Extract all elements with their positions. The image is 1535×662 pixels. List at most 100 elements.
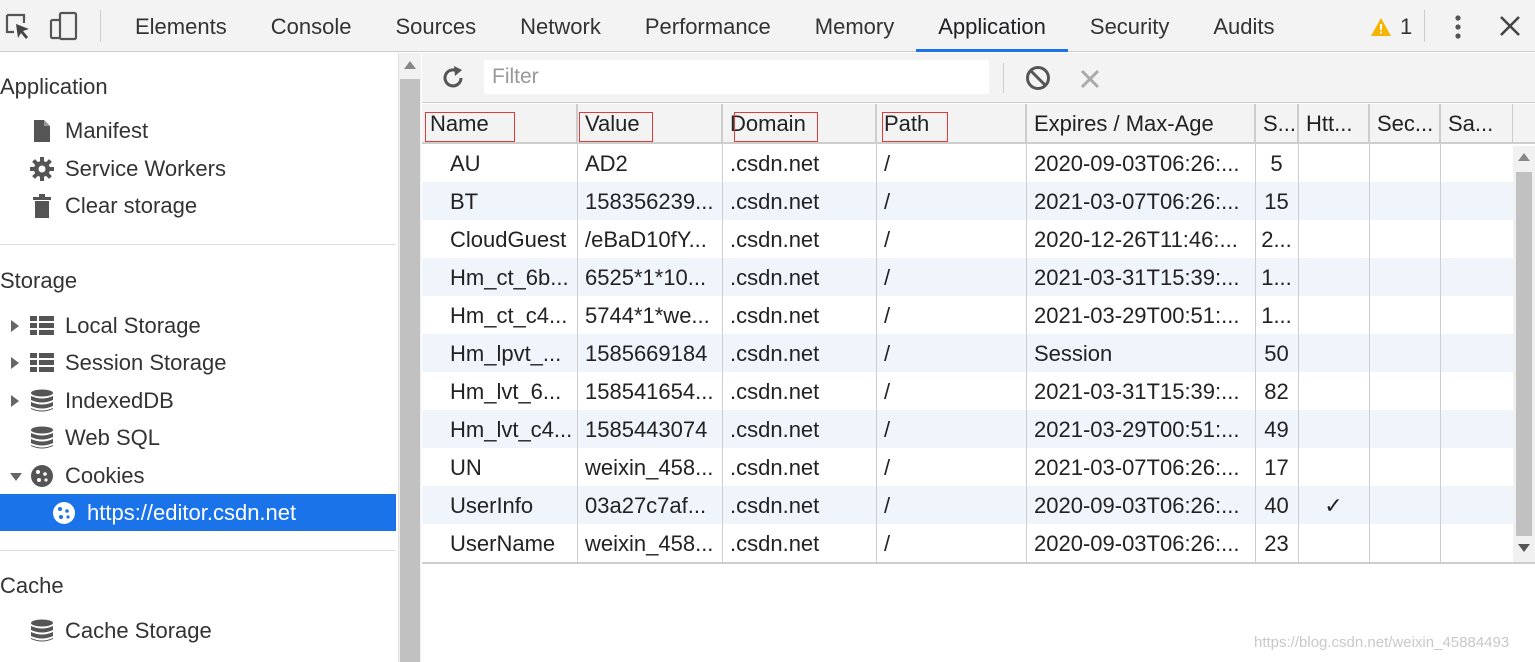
table-row[interactable]: UserInfo 03a27c7af... .csdn.net / 2020-09-03…: [422, 486, 1513, 524]
more-options-icon[interactable]: [1448, 12, 1468, 42]
table-cell: 15: [1264, 189, 1289, 214]
tab-memory[interactable]: Memory: [793, 0, 916, 52]
cookie-icon: [31, 465, 53, 487]
table-cell: .csdn.net: [730, 265, 820, 290]
expand-arrow-icon[interactable]: [10, 320, 20, 332]
tab-network[interactable]: Network: [498, 0, 623, 52]
refresh-icon[interactable]: [440, 65, 466, 91]
column-divider[interactable]: [876, 104, 877, 563]
column-divider[interactable]: [1369, 104, 1370, 563]
column-divider[interactable]: [722, 104, 723, 563]
table-row[interactable]: BT 158356239... .csdn.net / 2021-03-07T06:26…: [422, 182, 1513, 220]
column-header[interactable]: Htt...: [1298, 104, 1369, 142]
sidebar-item-indexeddb[interactable]: IndexedDB: [0, 383, 396, 419]
device-toolbar-icon[interactable]: [48, 10, 80, 42]
table-cell: [1369, 334, 1440, 372]
sidebar-item-service-workers[interactable]: Service Workers: [0, 151, 396, 187]
table-row[interactable]: UserName weixin_458... .csdn.net / 2020-09-0…: [422, 524, 1513, 562]
table-cell: 2021-03-29T00:51:...: [1034, 417, 1240, 442]
table-cell: .csdn.net: [730, 303, 820, 328]
table-cell: [1440, 448, 1513, 486]
table-cell: .csdn.net: [730, 455, 820, 480]
tab-performance[interactable]: Performance: [623, 0, 793, 52]
table-cell: [1298, 524, 1369, 562]
panel-tabs: Elements Console Sources Network Performance…: [113, 0, 1297, 52]
table-scrollbar-thumb[interactable]: [1516, 172, 1532, 536]
delete-selected-icon[interactable]: [1079, 68, 1101, 90]
table-cell: 158541654...: [585, 379, 714, 404]
column-header[interactable]: Sec...: [1369, 104, 1440, 142]
table-cell: 23: [1264, 531, 1289, 556]
gear-icon: [30, 157, 54, 181]
clear-all-icon[interactable]: [1025, 65, 1051, 91]
sidebar-item-session-storage[interactable]: Session Storage: [0, 345, 396, 381]
tab-sources[interactable]: Sources: [373, 0, 498, 52]
table-row[interactable]: CloudGuest/eBaD10fY... .csdn.net / 2020-12-…: [422, 220, 1513, 258]
collapse-arrow-icon[interactable]: [10, 472, 22, 482]
table-row[interactable]: Hm_lvt_c4... 1585443074 .csdn.net / 2021-03-…: [422, 410, 1513, 448]
scroll-down-arrow-icon[interactable]: [1518, 544, 1530, 552]
table-row[interactable]: Hm_ct_6b... 6525*1*10... .csdn.net / 2021-03…: [422, 258, 1513, 296]
sidebar-item-local-storage[interactable]: Local Storage: [0, 308, 396, 344]
table-cell: [1440, 220, 1513, 258]
table-cell: [1298, 334, 1369, 372]
table-cell: [1440, 144, 1513, 182]
sidebar-item-cookies[interactable]: Cookies: [0, 458, 396, 494]
table-cell: /: [884, 493, 891, 518]
warning-count: 1: [1400, 14, 1413, 39]
table-cell: .csdn.net: [730, 379, 820, 404]
column-header[interactable]: Expires / Max-Age: [1026, 104, 1255, 142]
close-devtools-icon[interactable]: [1496, 12, 1524, 40]
table-cell: [1440, 524, 1513, 562]
tab-console[interactable]: Console: [249, 0, 374, 52]
table-cell: 5: [1270, 151, 1283, 176]
inspect-element-icon[interactable]: [2, 10, 34, 42]
table-cell: Session: [1034, 341, 1113, 366]
scroll-up-arrow-icon[interactable]: [1518, 153, 1530, 161]
sidebar-item-clear-storage[interactable]: Clear storage: [0, 188, 396, 224]
table-row[interactable]: UN weixin_458... .csdn.net / 2021-03-07T06:2…: [422, 448, 1513, 486]
table-cell: 5744*1*we...: [585, 303, 710, 328]
sidebar-item-cookie-origin[interactable]: https://editor.csdn.net: [0, 494, 396, 531]
sidebar-item-cache-storage[interactable]: Cache Storage: [0, 613, 396, 649]
tab-audits[interactable]: Audits: [1191, 0, 1296, 52]
table-row[interactable]: Hm_lpvt_... 1585669184 .csdn.net / Session 50: [422, 334, 1513, 372]
table-cell: [1440, 486, 1513, 524]
column-divider[interactable]: [1255, 104, 1256, 563]
warning-counter[interactable]: 1: [1370, 12, 1412, 42]
table-row[interactable]: AU AD2 .csdn.net / 2020-09-03T06:26:... 5: [422, 144, 1513, 182]
column-divider[interactable]: [577, 104, 578, 563]
tab-application[interactable]: Application: [916, 0, 1068, 52]
column-divider[interactable]: [1298, 104, 1299, 563]
table-cell: 158356239...: [585, 189, 714, 214]
table-row[interactable]: Hm_lvt_6... 158541654... .csdn.net / 2021-03…: [422, 372, 1513, 410]
sidebar-item-label: Cookies: [65, 463, 145, 488]
sidebar-scrollbar-thumb[interactable]: [400, 79, 420, 662]
filter-input[interactable]: [484, 60, 989, 94]
table-row[interactable]: Hm_ct_c4... 5744*1*we... .csdn.net / 2021-03…: [422, 296, 1513, 334]
table-cell: [1369, 448, 1440, 486]
column-divider[interactable]: [1440, 104, 1441, 563]
column-header[interactable]: S...: [1255, 104, 1298, 142]
sidebar-item-manifest[interactable]: Manifest: [0, 113, 396, 149]
expand-arrow-icon[interactable]: [10, 357, 20, 369]
table-cell: UserInfo: [450, 493, 534, 518]
annotation-highlight-box: [734, 112, 818, 142]
column-header[interactable]: Sa...: [1440, 104, 1513, 142]
column-divider[interactable]: [1026, 104, 1027, 563]
table-cell: [1369, 220, 1440, 258]
section-header-cache: Cache: [0, 573, 64, 598]
sidebar-scrollbar[interactable]: [398, 53, 421, 662]
table-cell: Hm_lvt_c4...: [450, 417, 573, 442]
table-cell: 49: [1264, 417, 1289, 442]
annotation-highlight-box: [882, 112, 948, 142]
tab-security[interactable]: Security: [1068, 0, 1191, 52]
table-scrollbar[interactable]: [1513, 146, 1535, 562]
expand-arrow-icon[interactable]: [10, 395, 20, 407]
table-cell: CloudGuest: [450, 227, 567, 252]
tab-elements[interactable]: Elements: [113, 0, 249, 52]
sidebar-item-web-sql[interactable]: Web SQL: [0, 420, 396, 456]
table-cell: Hm_ct_6b...: [450, 265, 569, 290]
warning-icon: [1371, 18, 1391, 36]
scroll-up-arrow-icon[interactable]: [404, 61, 416, 69]
